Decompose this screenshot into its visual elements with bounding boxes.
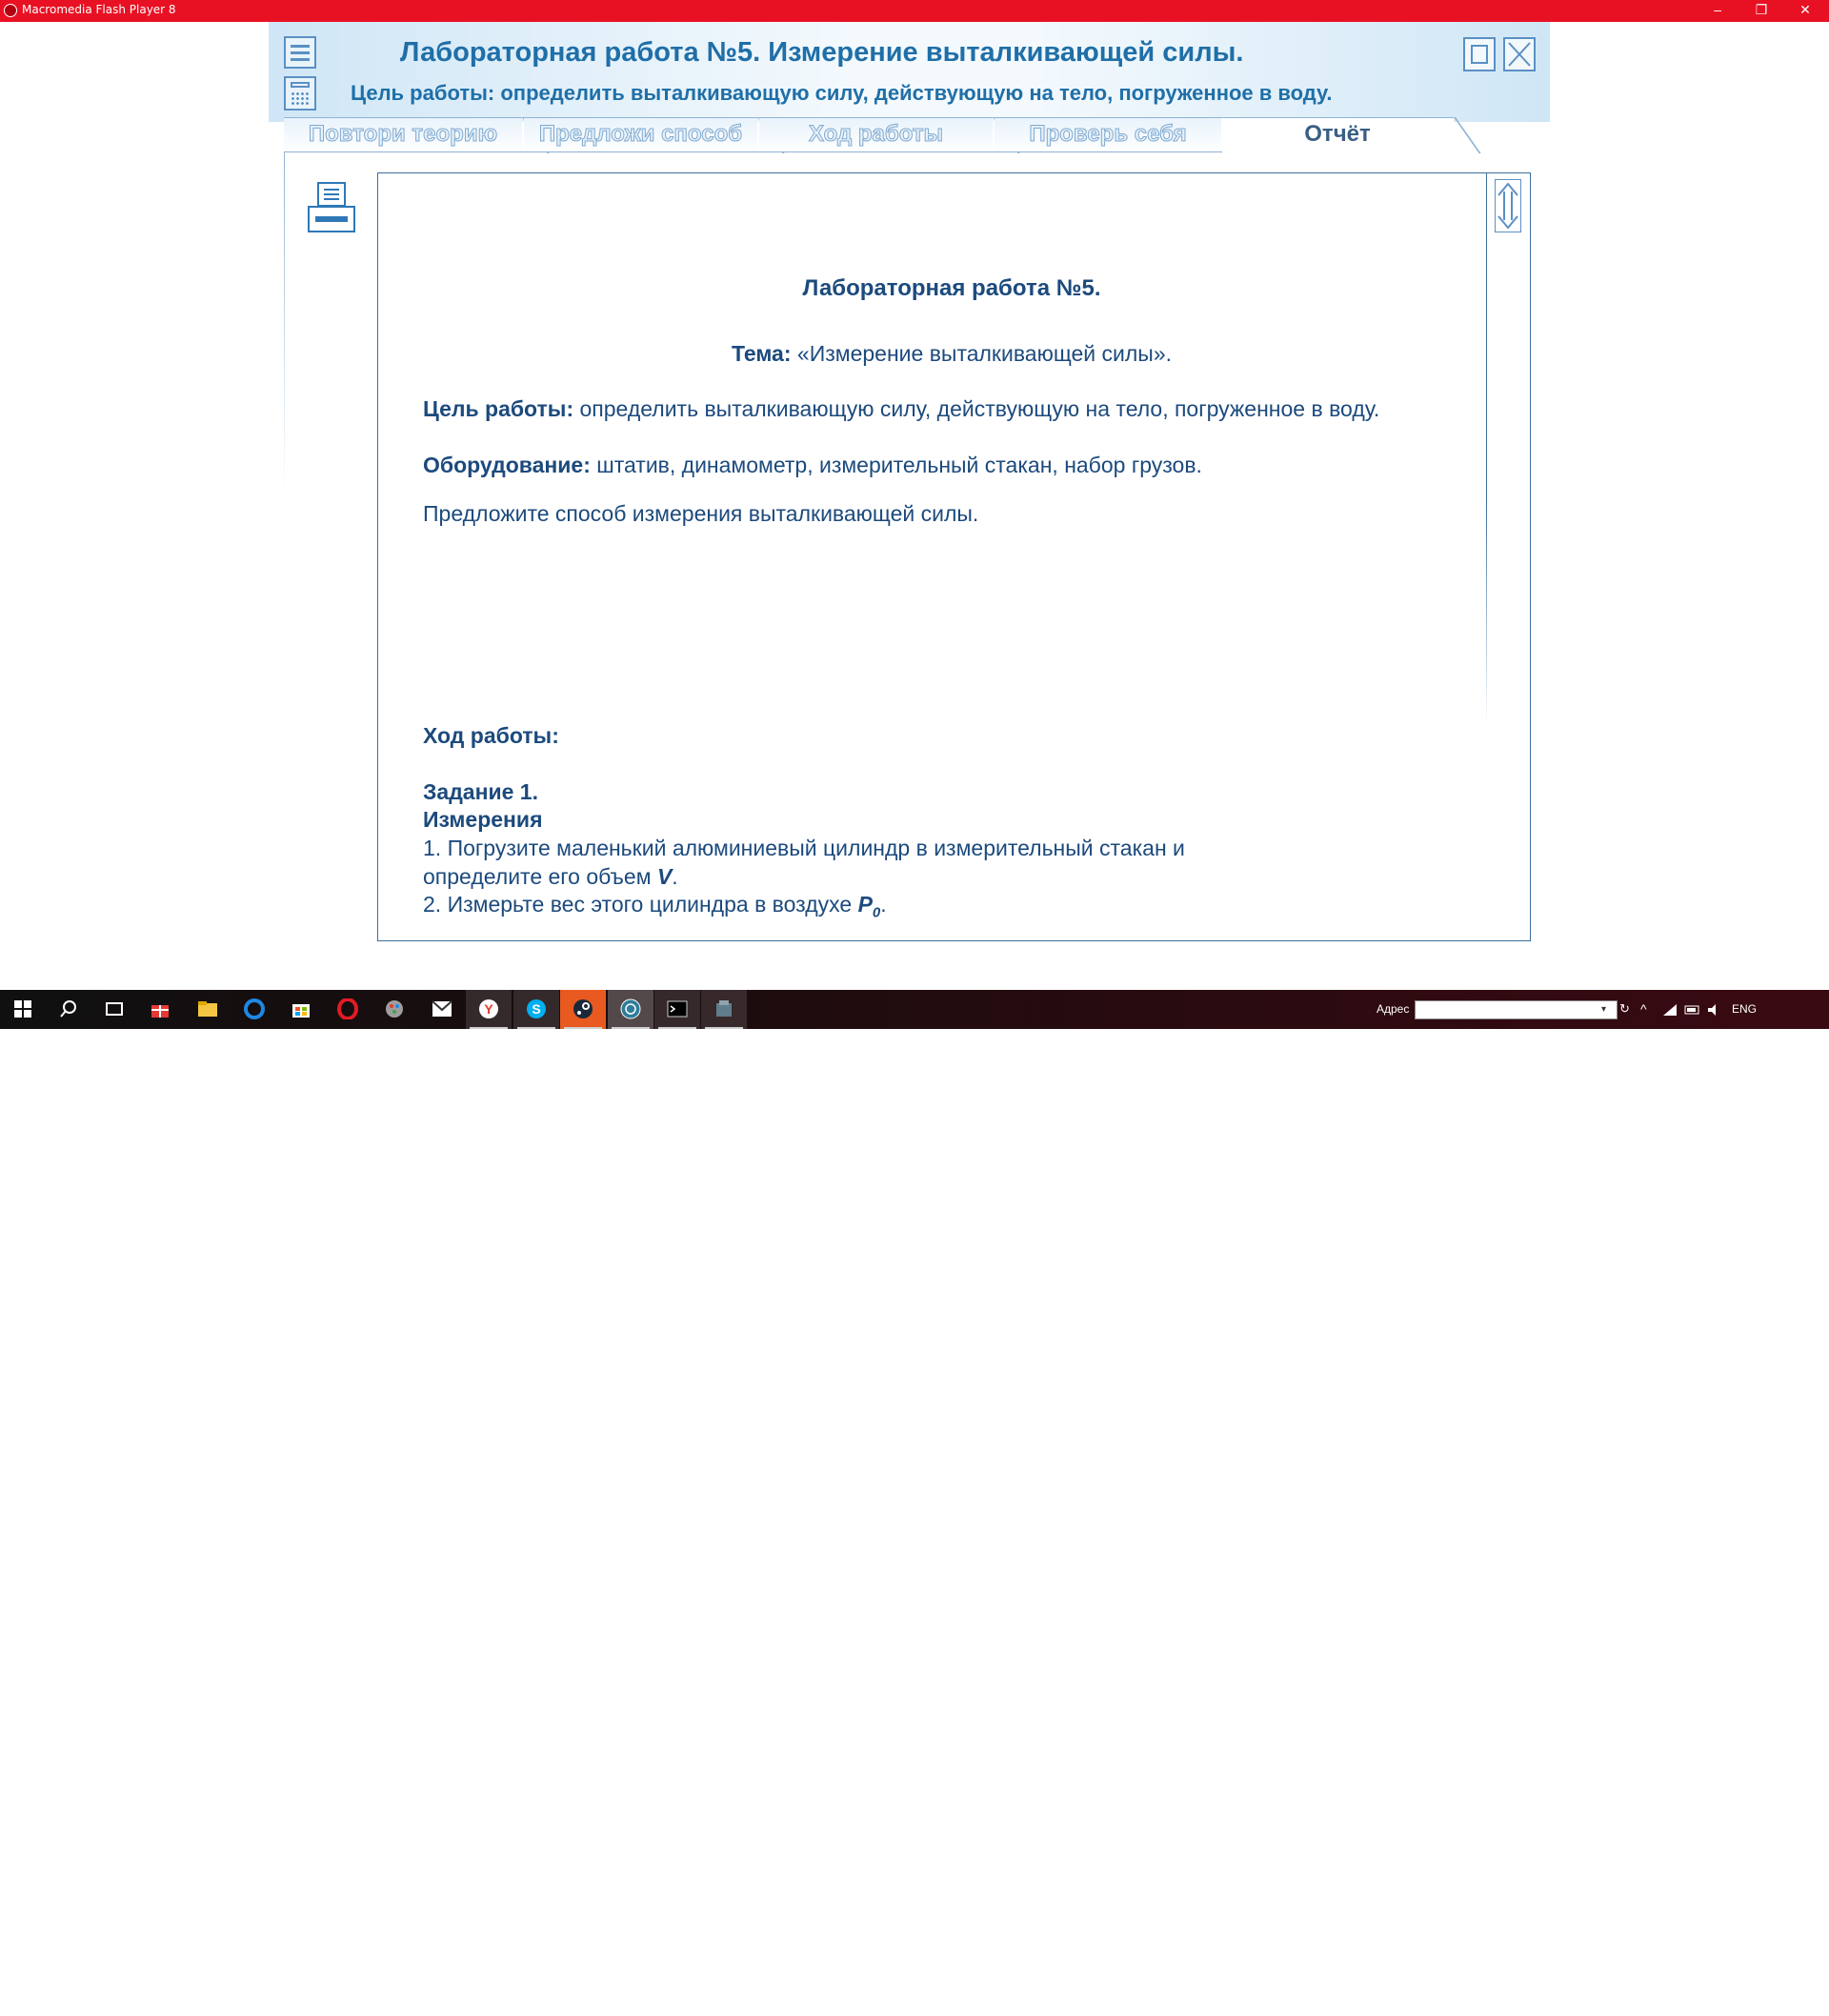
report-document: Лабораторная работа №5. Тема: «Измерение… bbox=[377, 172, 1531, 941]
equipment-value: штатив, динамометр, измерительный стакан… bbox=[590, 453, 1202, 477]
topic-value: «Измерение выталкивающей силы». bbox=[791, 341, 1173, 366]
battery-icon[interactable] bbox=[1684, 990, 1701, 1029]
report-topic: Тема: «Измерение выталкивающей силы». bbox=[423, 341, 1480, 367]
weight-variable: P bbox=[857, 892, 873, 917]
address-input[interactable] bbox=[1415, 1000, 1618, 1019]
svg-text:Y: Y bbox=[484, 1001, 493, 1017]
file-explorer-icon[interactable] bbox=[185, 990, 231, 1029]
paint-icon[interactable] bbox=[372, 990, 417, 1029]
close-icon bbox=[1508, 42, 1531, 67]
task-view-icon[interactable] bbox=[91, 990, 137, 1029]
steam-icon[interactable] bbox=[560, 990, 606, 1029]
goal-value: определить выталкивающую силу, действующ… bbox=[573, 396, 1380, 421]
tab-bar: Повтори теорию Предложи способ Ход работ… bbox=[284, 117, 1541, 174]
minimize-button[interactable]: – bbox=[1696, 0, 1739, 22]
app-icon[interactable] bbox=[701, 990, 747, 1029]
svg-text:S: S bbox=[532, 1001, 540, 1017]
edge-icon[interactable] bbox=[231, 990, 277, 1029]
terminal-icon[interactable] bbox=[654, 990, 700, 1029]
flash-player-icon[interactable] bbox=[608, 990, 653, 1029]
tab-self-check[interactable]: Проверь себя bbox=[995, 117, 1221, 152]
tab-report[interactable]: Отчёт bbox=[1221, 117, 1454, 152]
store-icon[interactable] bbox=[278, 990, 324, 1029]
task-heading: Задание 1. bbox=[423, 779, 538, 804]
window-title: Macromedia Flash Player 8 bbox=[22, 3, 176, 16]
clock-time: 21:54 bbox=[1779, 1985, 1805, 1996]
calculator-icon[interactable] bbox=[284, 76, 316, 111]
close-lesson-button[interactable] bbox=[1503, 37, 1536, 71]
yandex-icon[interactable]: Y bbox=[466, 990, 512, 1029]
fullscreen-button[interactable] bbox=[1463, 37, 1496, 71]
dropdown-chevron-icon[interactable]: ▾ bbox=[1601, 1004, 1606, 1015]
step-2-line: 2. Измерьте вес этого цилиндра в воздухе… bbox=[423, 892, 887, 921]
tab-propose[interactable]: Предложи способ bbox=[524, 117, 757, 152]
tray-expand-icon[interactable]: ^ bbox=[1640, 990, 1647, 1029]
up-down-arrow-icon bbox=[1497, 182, 1518, 230]
tab-procedure[interactable]: Ход работы bbox=[759, 117, 993, 152]
opera-icon[interactable] bbox=[325, 990, 371, 1029]
flash-app-icon bbox=[4, 4, 17, 17]
close-window-button[interactable]: ✕ bbox=[1783, 0, 1827, 22]
tab-theory[interactable]: Повтори теорию bbox=[284, 117, 522, 152]
flash-stage: Лабораторная работа №5. Измерение выталк… bbox=[269, 22, 1550, 990]
equipment-label: Оборудование: bbox=[423, 453, 591, 477]
clock-date: 28.11.2017 bbox=[1765, 2002, 1819, 2013]
report-title: Лабораторная работа №5. bbox=[802, 275, 1101, 301]
step-1-line-1: 1. Погрузите маленький алюминиевый цилин… bbox=[423, 836, 1185, 860]
language-indicator[interactable]: ENG bbox=[1732, 990, 1757, 1029]
document-divider bbox=[1486, 173, 1487, 726]
search-icon[interactable] bbox=[46, 990, 91, 1029]
restore-button[interactable]: ❐ bbox=[1739, 0, 1783, 22]
step-1-line-2: определите его объем V. bbox=[423, 864, 678, 890]
clock[interactable]: 21:54 28.11.2017 bbox=[1760, 1982, 1823, 2016]
step-2-text: 2. Измерьте вес этого цилиндра в воздухе bbox=[423, 892, 858, 917]
windows-start-icon[interactable] bbox=[0, 990, 46, 1029]
page-title: Лабораторная работа №5. Измерение выталк… bbox=[400, 37, 1244, 68]
window-titlebar: Macromedia Flash Player 8 – ❐ ✕ bbox=[0, 0, 1829, 22]
menu-icon[interactable] bbox=[284, 36, 316, 69]
procedure-heading: Ход работы: bbox=[423, 723, 559, 748]
step-1-text: определите его объем bbox=[423, 864, 657, 889]
measurements-heading: Измерения bbox=[423, 807, 543, 832]
scroll-handle[interactable] bbox=[1495, 179, 1521, 232]
volume-icon[interactable] bbox=[1707, 990, 1722, 1029]
goal-label: Цель работы: bbox=[423, 396, 574, 421]
weight-subscript: 0 bbox=[872, 904, 881, 921]
skype-icon[interactable]: S bbox=[513, 990, 559, 1029]
mail-icon[interactable] bbox=[419, 990, 465, 1029]
address-label: Адрес bbox=[1377, 1002, 1410, 1016]
left-rail bbox=[284, 151, 285, 494]
tab-baseline bbox=[284, 151, 1222, 152]
gift-icon[interactable] bbox=[137, 990, 183, 1029]
report-goal: Цель работы: определить выталкивающую си… bbox=[423, 396, 1379, 422]
report-equipment: Оборудование: штатив, динамометр, измери… bbox=[423, 453, 1202, 478]
network-icon[interactable] bbox=[1662, 990, 1678, 1029]
refresh-icon[interactable]: ↻ bbox=[1619, 1001, 1630, 1017]
step-2-end: . bbox=[880, 892, 887, 917]
print-icon[interactable] bbox=[308, 182, 357, 233]
step-1-end: . bbox=[672, 864, 678, 889]
volume-variable: V bbox=[656, 864, 673, 889]
report-propose: Предложите способ измерения выталкивающе… bbox=[423, 501, 979, 526]
topic-label: Тема: bbox=[731, 341, 792, 366]
page-goal: Цель работы: определить выталкивающую си… bbox=[351, 81, 1333, 105]
